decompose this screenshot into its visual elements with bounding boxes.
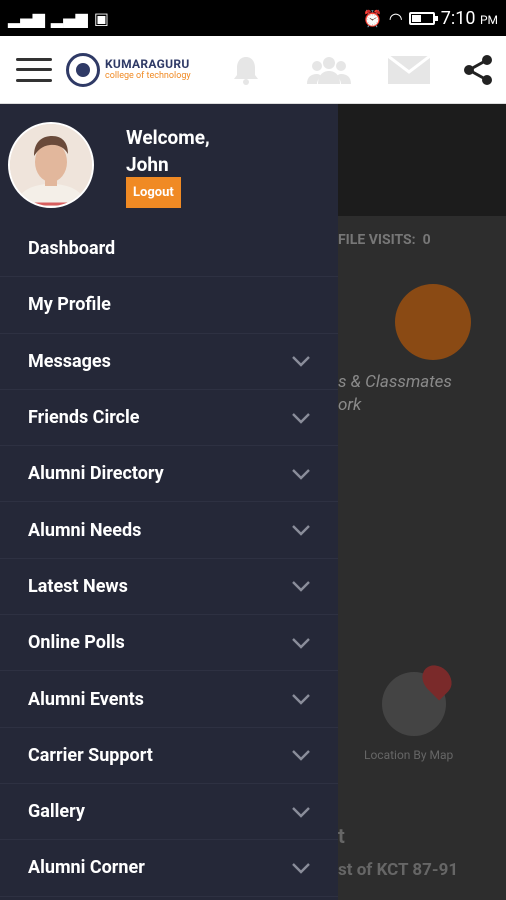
user-name: John [126,153,169,176]
share-icon[interactable] [458,36,498,104]
logout-button[interactable]: Logout [126,177,181,208]
menu-item-my-profile[interactable]: My Profile [0,277,338,334]
clock-ampm: PM [479,12,498,27]
bg-footer-title: t [338,824,345,848]
menu-item-label: Latest News [28,575,128,597]
chevron-down-icon[interactable] [292,580,310,593]
friends-icon[interactable] [304,36,354,104]
chevron-down-icon[interactable] [292,355,310,367]
menu-item-latest-news[interactable]: Latest News [0,559,338,616]
menu-item-label: Online Polls [28,632,125,654]
status-bar: ▂▄▆ ▂▄▆ ▣ ⏰ ◠ 7:10 PM [0,0,506,36]
status-right: ⏰ ◠ 7:10 PM [363,8,498,29]
image-notification-icon: ▣ [93,8,109,28]
chevron-down-icon[interactable] [292,806,310,818]
bg-profile-visits: FILE VISITS: 0 [338,232,431,248]
menu-item-messages[interactable]: Messages [0,334,338,390]
menu-item-label: Alumni Needs [28,519,142,541]
chevron-down-icon[interactable] [292,524,310,536]
background-screen: FILE VISITS: 0 s & Classmates ork Locati… [338,104,506,900]
status-left: ▂▄▆ ▂▄▆ ▣ [8,9,109,28]
logo-text: KUMARAGURU college of technology [105,58,191,81]
menu-item-alumni-directory[interactable]: Alumni Directory [0,446,338,503]
bell-icon[interactable] [226,36,266,104]
bg-profile-visits-value: 0 [422,232,431,248]
alarm-icon: ⏰ [362,8,383,28]
navigation-drawer: Welcome, John Logout Dashboard My Profile… [0,104,338,900]
bg-profile-visits-label: FILE VISITS: [338,232,416,248]
menu-item-label: Alumni Events [28,688,144,710]
battery-icon [408,11,438,25]
clock: 7:10 PM [441,8,498,29]
avatar[interactable] [8,122,94,208]
menu-item-label: Friends Circle [28,407,140,429]
menu-item-label: Gallery [28,801,85,823]
menu-item-alumni-events[interactable]: Alumni Events [0,671,338,728]
bg-share-circle [395,284,471,360]
profile-header: Welcome, John Logout [0,104,338,221]
menu-item-alumni-needs[interactable]: Alumni Needs [0,502,338,559]
chevron-down-icon[interactable] [292,637,310,649]
menu-item-label: Alumni Directory [28,463,164,485]
chevron-down-icon[interactable] [292,412,310,424]
menu-item-gallery[interactable]: Gallery [0,784,338,841]
menu-item-label: My Profile [28,294,111,316]
menu-item-friends-circle[interactable]: Friends Circle [0,390,338,447]
menu-item-dashboard[interactable]: Dashboard [0,221,338,278]
bg-work-text: ork [338,395,362,415]
chevron-down-icon[interactable] [292,749,310,762]
logo-subtitle: college of technology [105,71,191,81]
clock-time: 7:10 [440,7,476,29]
wifi-icon: ◠ [388,8,403,28]
bg-footer-text: st of KCT 87-91 [338,860,459,880]
chevron-down-icon[interactable] [292,862,310,874]
bg-classmates-text: s & Classmates [338,372,452,392]
menu-item-online-polls[interactable]: Online Polls [0,615,338,672]
menu-item-label: Alumni Corner [28,857,145,879]
logo-emblem-icon [66,52,100,87]
mail-icon[interactable] [386,36,432,104]
menu-item-label: Dashboard [28,238,116,260]
signal-icon: ▂▄▆ [8,8,45,28]
signal-2-icon: ▂▄▆ [50,8,88,28]
chevron-down-icon[interactable] [292,468,310,480]
welcome-label: Welcome, [126,126,210,149]
college-logo: KUMARAGURU college of technology [66,52,191,87]
menu-item-label: Carrier Support [28,744,153,766]
logo-title: KUMARAGURU [105,57,190,71]
menu-icon[interactable] [16,57,52,82]
chevron-down-icon[interactable] [292,693,310,705]
menu-item-label: Messages [28,350,111,372]
welcome-text: Welcome, John [126,124,210,178]
menu-item-carrier-support[interactable]: Carrier Support [0,728,338,784]
bg-location-label: Location By Map [364,748,454,762]
menu-item-alumni-corner[interactable]: Alumni Corner [0,840,338,897]
menu-list: Dashboard My Profile Messages Friends Circl… [0,221,338,897]
bg-header [338,104,506,216]
app-bar: KUMARAGURU college of technology [0,36,506,104]
